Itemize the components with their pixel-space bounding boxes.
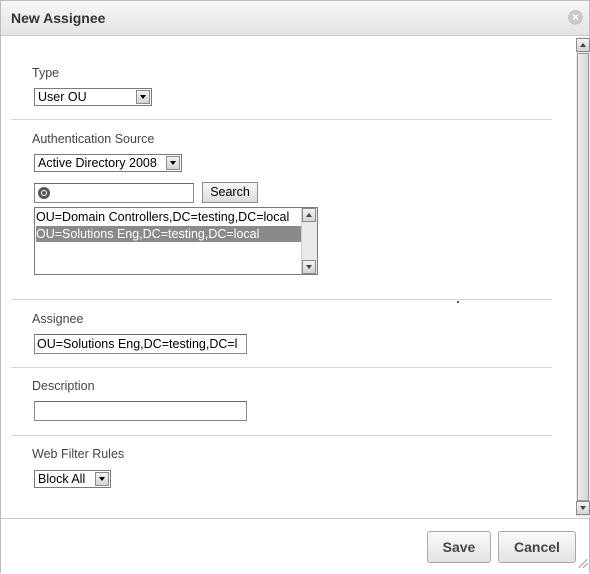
assignee-input-value: OU=Solutions Eng,DC=testing,DC=l [37, 337, 238, 351]
list-item-selected[interactable]: OU=Solutions Eng,DC=testing,DC=local [36, 226, 304, 242]
scroll-up-icon[interactable] [302, 208, 316, 222]
resize-grip-icon[interactable] [577, 557, 589, 569]
divider [11, 299, 552, 300]
chevron-down-icon[interactable] [136, 90, 150, 104]
assignee-input[interactable]: OU=Solutions Eng,DC=testing,DC=l [34, 334, 247, 354]
type-select[interactable]: User OU [34, 88, 152, 106]
scroll-down-icon[interactable] [576, 501, 590, 515]
stray-dot [457, 301, 459, 303]
close-icon[interactable]: × [568, 10, 583, 25]
dialog-footer: Save Cancel [1, 518, 589, 574]
search-button[interactable]: Search [202, 182, 258, 203]
assignee-label: Assignee [32, 312, 84, 326]
web-filter-select-value: Block All [38, 472, 86, 486]
description-label: Description [32, 379, 95, 393]
auth-source-select-value: Active Directory 2008 [38, 156, 157, 170]
auth-source-label: Authentication Source [32, 132, 155, 146]
scroll-down-icon[interactable] [302, 260, 316, 274]
auth-source-select[interactable]: Active Directory 2008 [34, 154, 182, 172]
web-filter-label: Web Filter Rules [32, 447, 125, 461]
divider [11, 435, 552, 436]
web-filter-select[interactable]: Block All [34, 470, 111, 488]
chevron-down-icon[interactable] [95, 472, 109, 486]
dialog-content: Type User OU Authentication Source Activ… [1, 37, 575, 517]
dialog-scrollbar[interactable] [576, 37, 590, 517]
search-input[interactable] [34, 183, 194, 203]
auth-results-listbox[interactable]: OU=Domain Controllers,DC=testing,DC=loca… [34, 207, 318, 275]
description-input[interactable] [34, 401, 247, 421]
divider [11, 119, 552, 120]
type-select-value: User OU [38, 90, 87, 104]
save-button[interactable]: Save [427, 531, 491, 563]
listbox-scrollbar[interactable] [301, 208, 317, 274]
scroll-up-icon[interactable] [576, 38, 590, 52]
scrollbar-thumb[interactable] [577, 53, 589, 501]
dialog-titlebar[interactable]: New Assignee × [1, 1, 589, 36]
divider [11, 367, 552, 368]
search-icon [38, 187, 50, 199]
type-label: Type [32, 66, 60, 80]
chevron-down-icon[interactable] [166, 156, 180, 170]
cancel-button[interactable]: Cancel [498, 531, 576, 563]
list-item[interactable]: OU=Domain Controllers,DC=testing,DC=loca… [36, 209, 304, 225]
dialog-title: New Assignee [11, 10, 106, 26]
new-assignee-dialog: New Assignee × Type User OU Authenticati… [0, 0, 590, 574]
